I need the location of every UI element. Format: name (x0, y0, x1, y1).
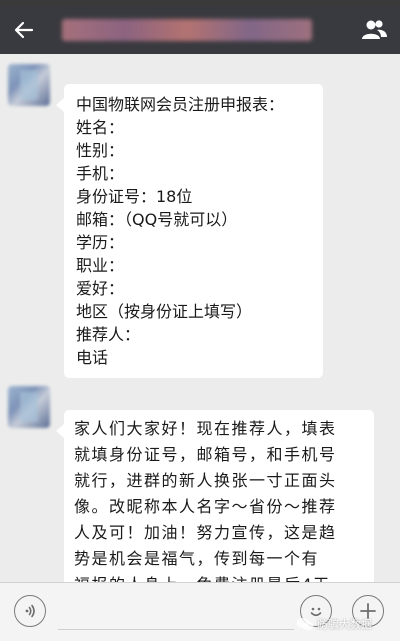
voice-icon (25, 604, 35, 618)
message-line: 邮箱：（QQ号就可以） (76, 210, 238, 229)
voice-button[interactable] (14, 595, 46, 627)
message-line: 姓名： (76, 118, 125, 137)
message-line: 势是机会是福气，传到每一个有 (74, 549, 320, 568)
watermark-text: 防骗大数据 (317, 618, 372, 631)
wechat-logo-icon (296, 618, 314, 631)
message-line: 推荐人： (76, 325, 141, 344)
title-bar (0, 6, 400, 54)
chat-title-blurred (62, 19, 312, 41)
back-arrow-icon (14, 21, 34, 39)
message-line: 家人们大家好！现在推荐人，填表 (74, 419, 337, 438)
input-bar (0, 582, 400, 641)
message-line: 手机： (76, 164, 125, 183)
message-bubble[interactable]: 家人们大家好！现在推荐人，填表 就填身份证号，邮箱号，和手机号 就行，进群的新人… (56, 410, 374, 582)
group-members-button[interactable] (358, 14, 390, 46)
message-line: 就行，进群的新人换张一寸正面头 (74, 471, 337, 490)
avatar[interactable] (8, 64, 50, 106)
message-line: 地区（按身份证上填写） (76, 302, 253, 321)
group-members-icon (362, 20, 387, 39)
watermark: 防骗大数据 (296, 616, 372, 632)
message-line: 爱好： (76, 279, 125, 298)
message-line: 像。改昵称本人名字～省份～推荐 (74, 497, 337, 516)
message-line: 职业： (76, 256, 125, 275)
avatar[interactable] (8, 386, 50, 428)
message-line: 学历： (76, 233, 125, 252)
message-bubble[interactable]: 中国物联网会员注册申报表： 姓名： 性别： 手机： 身份证号：18位 邮箱：（Q… (56, 84, 323, 378)
message-line: 就填身份证号，邮箱号，和手机号 (74, 445, 337, 464)
back-button[interactable] (0, 6, 48, 54)
message-line: 性别： (76, 141, 125, 160)
message-line: 身份证号：18位 (76, 187, 193, 206)
message-line: 电话 (76, 348, 109, 367)
message-line: 中国物联网会员注册申报表： (76, 95, 285, 114)
message-line: 福报的人身上，免费注册最后4天 (74, 572, 364, 582)
message-line: 人及可！加油！努力宣传，这是趋 (74, 523, 337, 542)
message-input[interactable] (58, 595, 294, 630)
chat-area[interactable]: 中国物联网会员注册申报表： 姓名： 性别： 手机： 身份证号：18位 邮箱：（Q… (0, 54, 400, 582)
